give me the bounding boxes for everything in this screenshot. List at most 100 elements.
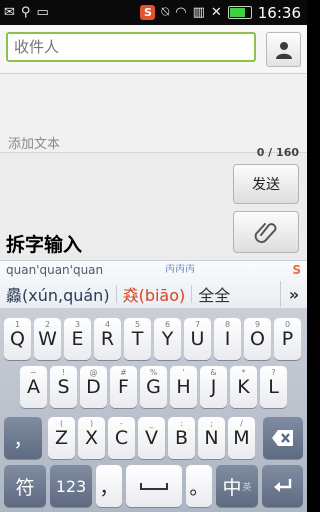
key-secondary-label: - xyxy=(120,419,123,428)
key-secondary-label: 4 xyxy=(104,320,111,329)
signal-off-icon: ✕ xyxy=(210,5,222,20)
space-key[interactable] xyxy=(126,465,182,507)
status-bar: ✉ ⚲ ▭ S ⍉ ◠ ▥ ✕ 16:36 xyxy=(0,0,307,25)
key-a[interactable]: ~ A xyxy=(20,366,47,408)
key-x[interactable]: ) X xyxy=(78,417,105,459)
key-secondary-label: ' xyxy=(182,368,185,377)
key-label: D xyxy=(86,376,101,398)
key-v[interactable]: _ V xyxy=(138,417,165,459)
comma-key[interactable]: ， xyxy=(96,465,122,507)
key-z[interactable]: (Z xyxy=(48,417,75,459)
key-h[interactable]: ' H xyxy=(170,366,197,408)
candidate-2[interactable]: 猋(biāo) xyxy=(117,282,192,306)
key-o[interactable]: 9O xyxy=(244,318,271,360)
key-d[interactable]: @ D xyxy=(80,366,107,408)
key-secondary-label: ) xyxy=(89,419,94,428)
recipient-input[interactable] xyxy=(6,32,256,62)
no-signal-icon: ⍉ xyxy=(161,5,170,20)
key-g[interactable]: % G xyxy=(140,366,167,408)
key-label: S xyxy=(57,376,70,398)
pinyin-composition: quan'quan'quan xyxy=(6,263,104,277)
key-label: X xyxy=(84,427,99,449)
sim-icon: ▥ xyxy=(192,5,205,20)
recipient-row xyxy=(0,25,307,74)
key-secondary-label: 3 xyxy=(74,320,81,329)
key-label: C xyxy=(114,427,129,449)
key-label: T xyxy=(131,328,144,350)
key-i[interactable]: 8I xyxy=(214,318,241,360)
key-label: L xyxy=(268,376,279,398)
key-label: V xyxy=(145,427,158,449)
sogou-logo-icon[interactable]: S xyxy=(292,263,301,277)
key-m[interactable]: / M xyxy=(228,417,255,459)
key-label: W xyxy=(38,328,57,350)
key-label: K xyxy=(237,376,250,398)
key-secondary-label: 8 xyxy=(224,320,231,329)
key-label: G xyxy=(146,376,161,398)
candidate-1[interactable]: 灥(xún,quán) xyxy=(0,282,116,306)
key-t[interactable]: 5T xyxy=(124,318,151,360)
symbols-key[interactable]: 符 xyxy=(4,465,46,507)
candidate-3[interactable]: 全全 xyxy=(192,282,236,306)
key-label: U xyxy=(190,328,205,350)
key-k[interactable]: * K xyxy=(230,366,257,408)
battery-icon xyxy=(227,6,252,19)
key-f[interactable]: # F xyxy=(110,366,137,408)
key-u[interactable]: 7U xyxy=(184,318,211,360)
key-label: N xyxy=(204,427,219,449)
compose-area: 添加文本 0 / 160 发送 拆字输入 xyxy=(0,25,307,260)
key-secondary-label: 5 xyxy=(134,320,141,329)
soft-keyboard: ， 符 123 ， 。 中 英 1 Q 2 W 3 E 4 R 5 T 6 Y 7 U 8 I 9 O 0 P ~ A! S… xyxy=(0,308,307,512)
backspace-icon xyxy=(272,430,293,446)
key-secondary-label: 0 xyxy=(284,320,291,329)
key-label: P xyxy=(281,328,294,350)
key-secondary-label: ? xyxy=(271,368,276,377)
space-icon xyxy=(140,483,168,490)
enter-key[interactable] xyxy=(262,465,303,507)
send-button[interactable]: 发送 xyxy=(233,164,299,204)
paperclip-icon xyxy=(254,223,277,244)
key-label: Z xyxy=(54,427,69,449)
contact-picker-button[interactable] xyxy=(266,32,301,67)
messages-icon: ✉ xyxy=(4,5,15,20)
language-toggle-key[interactable]: 中 英 xyxy=(216,465,258,507)
key-s[interactable]: ! S xyxy=(50,366,77,408)
key-n[interactable]: ; N xyxy=(198,417,225,459)
key-secondary-label: 1 xyxy=(14,320,21,329)
key-c[interactable]: -C xyxy=(108,417,135,459)
key-q[interactable]: 1Q xyxy=(4,318,31,360)
backspace-key[interactable] xyxy=(263,417,303,459)
numbers-key[interactable]: 123 xyxy=(50,465,92,507)
key-secondary-label: 2 xyxy=(44,320,51,329)
key-label: B xyxy=(174,427,189,449)
shift-comma-key[interactable]: ， xyxy=(4,417,42,459)
keyboard-icon: ▭ xyxy=(36,5,49,20)
key-label: J xyxy=(210,376,217,398)
key-p[interactable]: 0P xyxy=(274,318,301,360)
key-w[interactable]: 2W xyxy=(34,318,61,360)
more-candidates-button[interactable]: » xyxy=(280,281,307,307)
split-char-indicator: 𠀛𠀛𠀛 xyxy=(165,264,195,275)
period-key[interactable]: 。 xyxy=(186,465,212,507)
key-l[interactable]: ? L xyxy=(260,366,287,408)
key-secondary-label: ~ xyxy=(30,368,37,377)
key-b[interactable]: :B xyxy=(168,417,195,459)
key-label: O xyxy=(250,328,265,350)
key-e[interactable]: 3E xyxy=(64,318,91,360)
split-char-input-label: 拆字输入 xyxy=(6,234,83,256)
key-label: Y xyxy=(161,328,174,350)
key-r[interactable]: 4R xyxy=(94,318,121,360)
person-icon xyxy=(275,41,292,59)
key-label: I xyxy=(224,328,231,350)
key-j[interactable]: & J xyxy=(200,366,227,408)
key-y[interactable]: 6Y xyxy=(154,318,181,360)
key-secondary-label: ( xyxy=(59,419,64,428)
key-label: A xyxy=(27,376,40,398)
key-secondary-label: _ xyxy=(149,419,154,428)
key-secondary-label: ; xyxy=(210,419,213,428)
key-label: R xyxy=(100,328,115,350)
char-counter: 0 / 160 xyxy=(256,146,299,159)
attach-button[interactable] xyxy=(233,211,299,253)
key-label: M xyxy=(233,427,250,449)
key-secondary-label: 9 xyxy=(254,320,261,329)
